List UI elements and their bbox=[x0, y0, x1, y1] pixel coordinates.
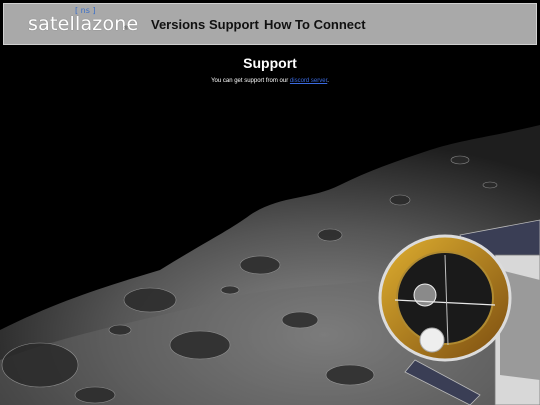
nav-support[interactable]: Support bbox=[209, 17, 259, 32]
support-message: You can get support from our discord ser… bbox=[0, 78, 540, 84]
logo-text: satellazone bbox=[28, 13, 139, 35]
discord-server-link[interactable]: discord server bbox=[290, 78, 327, 84]
site-header: satellazone [ ns ] ® Versions Support Ho… bbox=[3, 3, 537, 45]
site-logo[interactable]: satellazone [ ns ] ® bbox=[28, 6, 139, 35]
support-message-end: . bbox=[327, 78, 329, 84]
page-title: Support bbox=[243, 55, 297, 71]
nav-versions[interactable]: Versions bbox=[151, 17, 205, 32]
nav-how-to-connect[interactable]: How To Connect bbox=[264, 17, 366, 32]
support-message-text: You can get support from our bbox=[211, 78, 289, 84]
logo-registered-mark: ® bbox=[123, 25, 130, 32]
logo-badge: [ ns ] bbox=[75, 6, 96, 15]
